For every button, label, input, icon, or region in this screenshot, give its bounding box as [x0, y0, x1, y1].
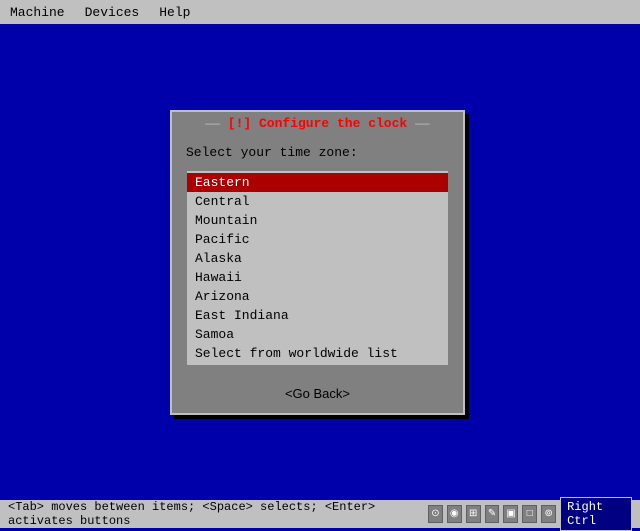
- menubar: Machine Devices Help: [0, 0, 640, 24]
- timezone-option-alaska[interactable]: Alaska: [187, 249, 448, 268]
- go-back-button[interactable]: <Go Back>: [279, 384, 356, 403]
- statusbar-hint: <Tab> moves between items; <Space> selec…: [8, 500, 428, 528]
- dialog-footer: <Go Back>: [172, 376, 463, 413]
- dialog-body: Select your time zone: EasternCentralMou…: [172, 135, 463, 376]
- statusbar: <Tab> moves between items; <Space> selec…: [0, 500, 640, 528]
- timezone-option-east-indiana[interactable]: East Indiana: [187, 306, 448, 325]
- statusbar-icon-3: ⊞: [466, 505, 481, 523]
- statusbar-icon-7: ⊚: [541, 505, 556, 523]
- statusbar-icon-2: ◉: [447, 505, 462, 523]
- timezone-option-hawaii[interactable]: Hawaii: [187, 268, 448, 287]
- timezone-listbox: EasternCentralMountainPacificAlaskaHawai…: [186, 170, 449, 366]
- statusbar-icon-1: ⊙: [428, 505, 443, 523]
- right-ctrl-label: Right Ctrl: [560, 497, 632, 531]
- title-decor-left: ——: [205, 117, 219, 131]
- dialog-title: [!] Configure the clock: [228, 116, 407, 131]
- statusbar-icon-6: □: [522, 505, 537, 523]
- configure-clock-dialog: —— [!] Configure the clock —— Select you…: [170, 110, 465, 415]
- timezone-option-arizona[interactable]: Arizona: [187, 287, 448, 306]
- statusbar-icon-4: ✎: [485, 505, 500, 523]
- timezone-option-samoa[interactable]: Samoa: [187, 325, 448, 344]
- statusbar-icons-area: ⊙ ◉ ⊞ ✎ ▣ □ ⊚ Right Ctrl: [428, 497, 632, 531]
- timezone-option-worldwide[interactable]: Select from worldwide list: [187, 344, 448, 363]
- menu-devices[interactable]: Devices: [79, 3, 146, 22]
- title-decor-right: ——: [415, 117, 429, 131]
- menu-machine[interactable]: Machine: [4, 3, 71, 22]
- timezone-option-pacific[interactable]: Pacific: [187, 230, 448, 249]
- timezone-option-eastern[interactable]: Eastern: [187, 173, 448, 192]
- timezone-option-mountain[interactable]: Mountain: [187, 211, 448, 230]
- timezone-prompt: Select your time zone:: [186, 145, 449, 160]
- timezone-option-central[interactable]: Central: [187, 192, 448, 211]
- dialog-titlebar: —— [!] Configure the clock ——: [172, 112, 463, 135]
- statusbar-icon-5: ▣: [503, 505, 518, 523]
- menu-help[interactable]: Help: [153, 3, 196, 22]
